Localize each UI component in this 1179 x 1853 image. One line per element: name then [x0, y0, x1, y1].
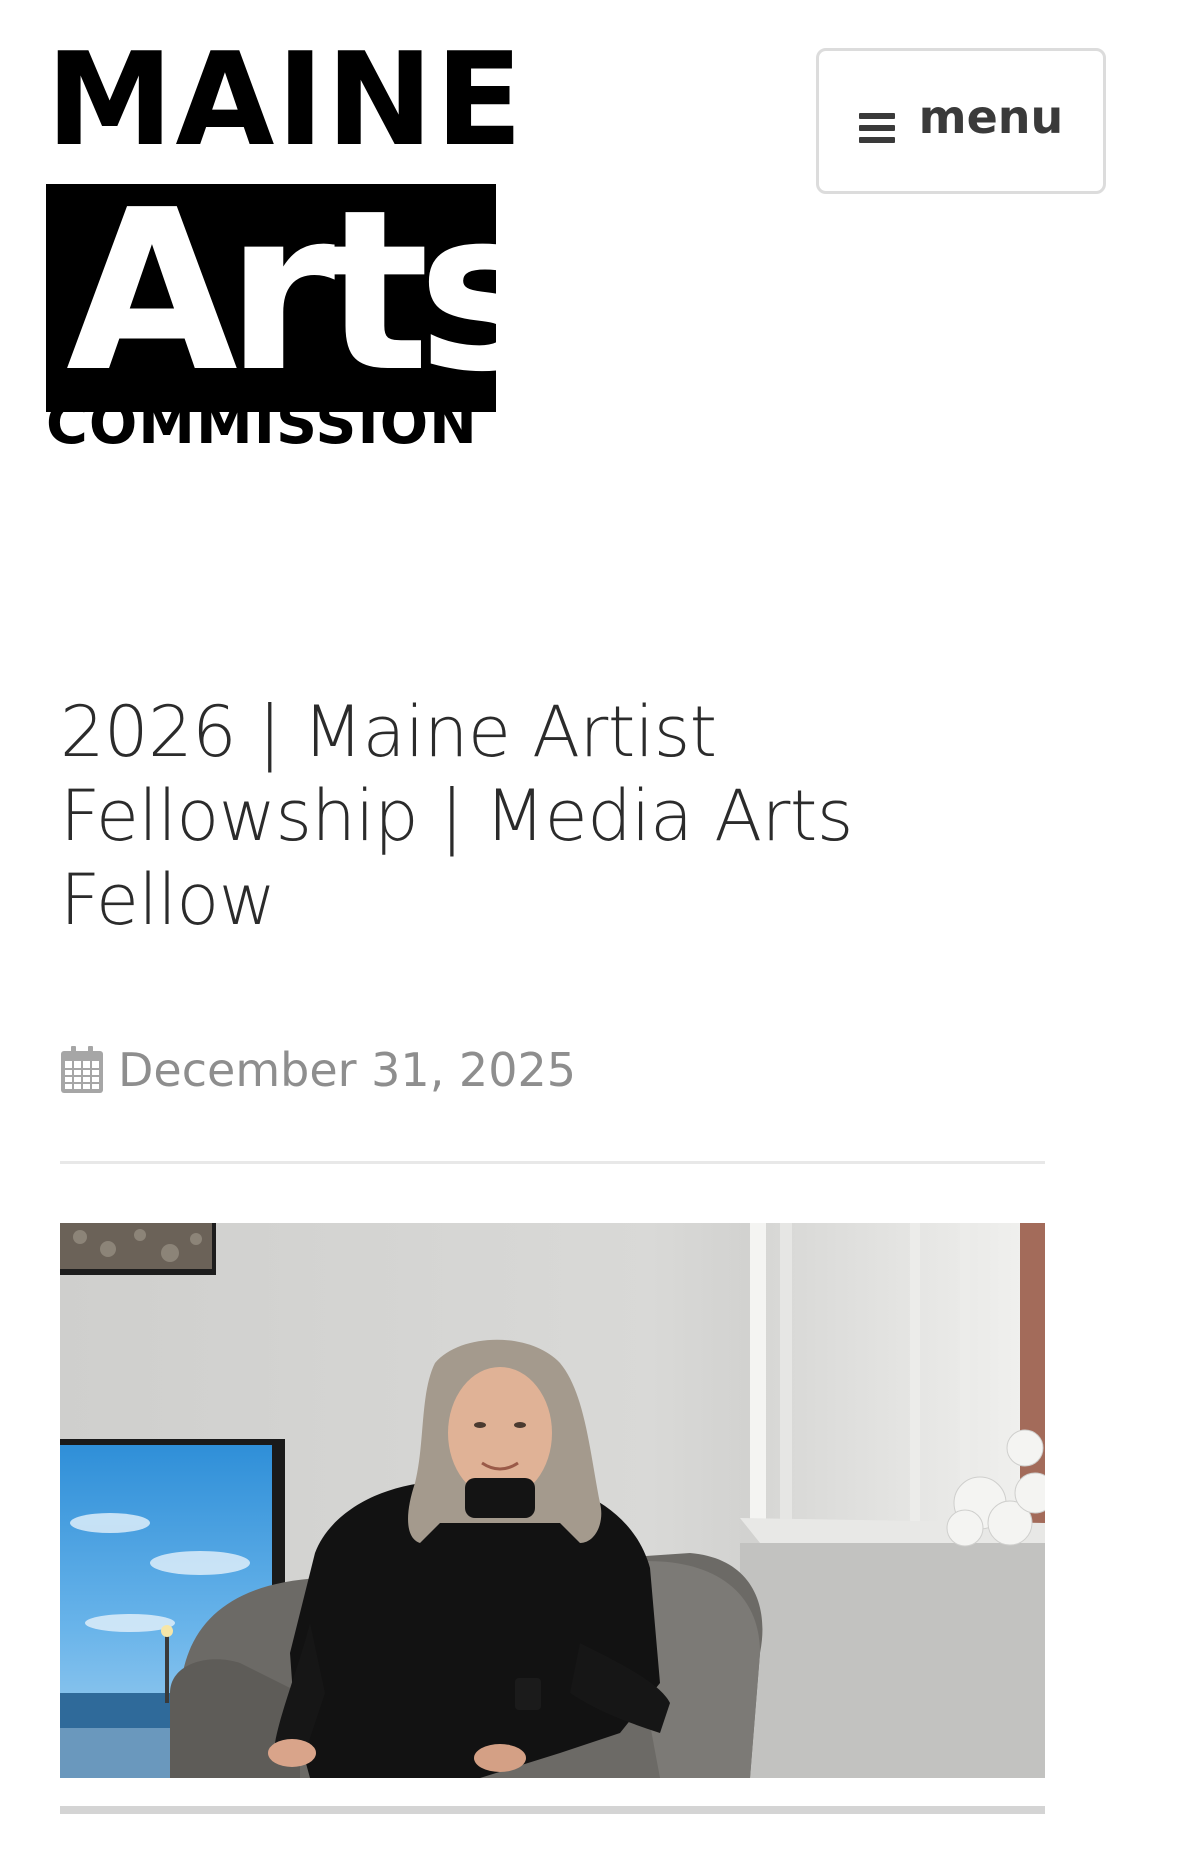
calendar-icon — [60, 1046, 104, 1094]
post-date-text: December 31, 2025 — [118, 1043, 577, 1097]
menu-button[interactable]: menu — [816, 48, 1106, 194]
menu-button-label: menu — [918, 90, 1064, 144]
featured-image[interactable] — [60, 1223, 1045, 1778]
logo-line-commission: COMMISSION — [46, 391, 478, 457]
hamburger-icon — [858, 113, 895, 143]
maine-arts-commission-logo[interactable]: MAINE Arts COMMISSION — [46, 26, 525, 457]
logo-line-arts: Arts — [66, 184, 496, 412]
content-separator — [60, 1806, 1045, 1814]
logo-arts-block: Arts — [46, 184, 496, 412]
logo-line-maine: MAINE — [46, 26, 525, 175]
page-title: 2026 | Maine Artist Fellowship | Media A… — [60, 691, 853, 941]
divider — [60, 1161, 1045, 1164]
post-date: December 31, 2025 — [60, 1040, 576, 1100]
